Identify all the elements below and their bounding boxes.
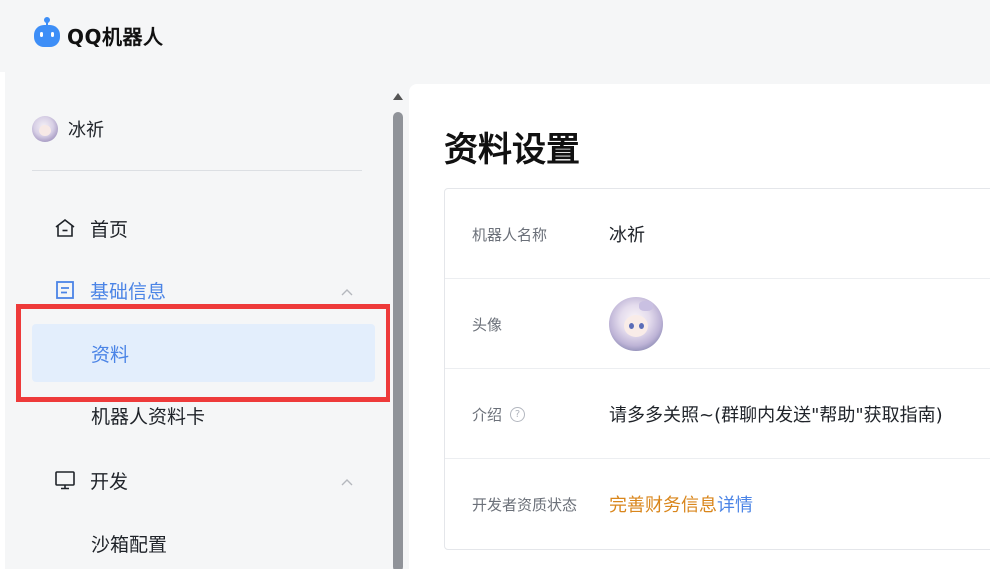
intro-label-text: 介绍 (472, 405, 503, 424)
sidebar-scrollbar[interactable] (390, 84, 406, 569)
app-title: QQ机器人 (67, 24, 164, 49)
user-name: 冰祈 (68, 120, 104, 141)
robot-name-value: 冰祈 (609, 225, 645, 246)
row-avatar: 头像 (445, 279, 990, 369)
home-icon (52, 215, 78, 241)
sidebar-item-sandbox[interactable]: 沙箱配置 (32, 514, 375, 569)
row-intro: 介绍 ? 请多多关照~(群聊内发送"帮助"获取指南) (445, 369, 990, 459)
field-label: 介绍 ? (472, 369, 526, 459)
scroll-thumb[interactable] (393, 112, 403, 569)
main-panel: 资料设置 机器人名称 冰祈 头像 介绍 ? 请多多关照~(群聊内发送"帮助"获取… (409, 84, 990, 569)
app-logo[interactable]: QQ机器人 (31, 15, 164, 55)
highlight-annotation-box (16, 304, 391, 402)
sidebar-item-label: 基础信息 (90, 280, 167, 303)
details-link[interactable]: 详情 (717, 491, 753, 517)
avatar-value (609, 279, 663, 369)
sidebar-item-label: 开发 (90, 470, 129, 493)
complete-finance-info-link[interactable]: 完善财务信息 (609, 491, 717, 517)
sidebar-item-label: 机器人资料卡 (91, 405, 206, 428)
top-bar: QQ机器人 (0, 0, 990, 72)
field-label: 开发者资质状态 (472, 495, 578, 514)
monitor-icon (52, 467, 78, 493)
profile-card: 机器人名称 冰祈 头像 介绍 ? 请多多关照~(群聊内发送"帮助"获取指南) 开 (444, 188, 990, 550)
sidebar-divider (32, 170, 362, 171)
developer-status-value: 完善财务信息 详情 (609, 459, 753, 549)
field-label: 头像 (472, 315, 503, 334)
sidebar-item-label: 首页 (90, 218, 129, 241)
field-label: 机器人名称 (472, 225, 548, 244)
robot-logo-icon (31, 16, 63, 54)
row-developer-status: 开发者资质状态 完善财务信息 详情 (445, 459, 990, 549)
chevron-up-icon[interactable] (340, 473, 354, 487)
sidebar-item-develop[interactable]: 开发 (32, 451, 372, 509)
row-robot-name: 机器人名称 冰祈 (445, 189, 990, 279)
scroll-up-arrow-icon[interactable] (393, 93, 403, 100)
user-profile[interactable]: 冰祈 (32, 116, 104, 142)
avatar[interactable] (609, 297, 663, 351)
avatar (32, 116, 58, 142)
document-icon (52, 277, 78, 303)
chevron-up-icon[interactable] (340, 283, 354, 297)
sidebar-item-home[interactable]: 首页 (32, 199, 372, 257)
page-title: 资料设置 (444, 130, 580, 170)
intro-value: 请多多关照~(群聊内发送"帮助"获取指南) (609, 405, 943, 426)
question-mark-icon[interactable]: ? (510, 406, 526, 422)
sidebar-item-label: 沙箱配置 (91, 533, 168, 556)
